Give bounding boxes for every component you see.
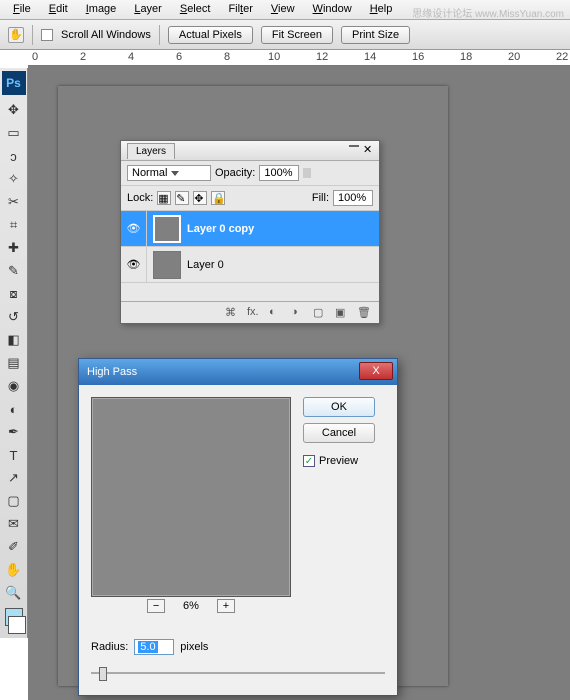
menu-help[interactable]: Help: [361, 0, 402, 19]
fill-label: Fill:: [312, 192, 329, 204]
radius-slider[interactable]: [91, 665, 385, 681]
lock-transparent-icon[interactable]: ▦: [157, 191, 171, 205]
zoom-tool-icon[interactable]: 🔍: [3, 582, 25, 604]
visibility-icon[interactable]: 👁: [121, 247, 147, 283]
menu-view[interactable]: View: [262, 0, 304, 19]
path-tool-icon[interactable]: ↗: [3, 467, 25, 489]
blur-tool-icon[interactable]: ◉: [3, 375, 25, 397]
menu-edit[interactable]: Edit: [40, 0, 77, 19]
menu-select[interactable]: Select: [171, 0, 220, 19]
preview-checkbox[interactable]: ✓: [303, 455, 315, 467]
menu-layer[interactable]: Layer: [125, 0, 171, 19]
watermark: 思缘设计论坛 www.MissYuan.com: [412, 5, 564, 20]
lock-label: Lock:: [127, 192, 153, 204]
dialog-title: High Pass: [87, 366, 137, 378]
zoom-out-button[interactable]: −: [147, 599, 165, 613]
trash-icon[interactable]: 🗑: [357, 306, 371, 320]
opacity-input[interactable]: 100%: [259, 165, 299, 181]
scroll-all-checkbox[interactable]: [41, 29, 53, 41]
actual-pixels-button[interactable]: Actual Pixels: [168, 26, 253, 44]
menu-filter[interactable]: Filter: [219, 0, 261, 19]
ruler-horizontal: 0246810121416182022: [28, 50, 570, 66]
menu-file[interactable]: FFileile: [4, 0, 40, 19]
zoom-percent: 6%: [183, 600, 199, 612]
eyedropper-tool-icon[interactable]: ✐: [3, 536, 25, 558]
mask-icon[interactable]: ◐: [269, 306, 283, 320]
layer-name[interactable]: Layer 0: [187, 259, 224, 271]
preview-label: Preview: [319, 455, 358, 467]
link-icon[interactable]: ⌘: [225, 306, 239, 320]
adjustment-icon[interactable]: ◑: [291, 306, 305, 320]
visibility-icon[interactable]: 👁: [121, 211, 147, 247]
crop-tool-icon[interactable]: ✂: [3, 191, 25, 213]
cancel-button[interactable]: Cancel: [303, 423, 375, 443]
lock-move-icon[interactable]: ✥: [193, 191, 207, 205]
fill-input[interactable]: 100%: [333, 190, 373, 206]
layer-row[interactable]: 👁 Layer 0 copy: [121, 211, 379, 247]
dodge-tool-icon[interactable]: ◐: [3, 398, 25, 420]
layer-thumbnail[interactable]: [153, 215, 181, 243]
minimize-icon[interactable]: [349, 145, 359, 147]
print-size-button[interactable]: Print Size: [341, 26, 410, 44]
layers-tab[interactable]: Layers: [127, 143, 175, 159]
type-tool-icon[interactable]: T: [3, 444, 25, 466]
layer-row[interactable]: 👁 Layer 0: [121, 247, 379, 283]
toolbox: Ps ✥ ▭ ↄ ✧ ✂ ⌗ ✚ ✎ ⧇ ↺ ◧ ▤ ◉ ◐ ✒ T ↗ ▢ ✉…: [0, 68, 28, 638]
ok-button[interactable]: OK: [303, 397, 375, 417]
heal-tool-icon[interactable]: ✚: [3, 237, 25, 259]
blend-mode-select[interactable]: Normal: [127, 165, 211, 181]
marquee-tool-icon[interactable]: ▭: [3, 122, 25, 144]
menu-window[interactable]: Window: [304, 0, 361, 19]
background-color[interactable]: [8, 616, 26, 634]
preview-image[interactable]: [91, 397, 291, 597]
layer-name[interactable]: Layer 0 copy: [187, 223, 254, 235]
close-button[interactable]: X: [359, 362, 393, 380]
eraser-tool-icon[interactable]: ◧: [3, 329, 25, 351]
new-layer-icon[interactable]: ▣: [335, 306, 349, 320]
radius-unit: pixels: [180, 641, 208, 653]
dialog-titlebar[interactable]: High Pass X: [79, 359, 397, 385]
slider-thumb[interactable]: [99, 667, 107, 681]
radius-input[interactable]: 5.0: [134, 639, 174, 655]
options-bar: ✋ Scroll All Windows Actual Pixels Fit S…: [0, 20, 570, 50]
history-brush-icon[interactable]: ↺: [3, 306, 25, 328]
layer-thumbnail[interactable]: [153, 251, 181, 279]
radius-label: Radius:: [91, 641, 128, 653]
lock-all-icon[interactable]: 🔒: [211, 191, 225, 205]
wand-tool-icon[interactable]: ✧: [3, 168, 25, 190]
ps-logo-icon: Ps: [2, 71, 26, 95]
slice-tool-icon[interactable]: ⌗: [3, 214, 25, 236]
brush-tool-icon[interactable]: ✎: [3, 260, 25, 282]
opacity-label: Opacity:: [215, 167, 255, 179]
close-icon[interactable]: ✕: [363, 143, 375, 155]
hand-tool-icon[interactable]: ✋: [3, 559, 25, 581]
opacity-arrow-icon[interactable]: [303, 168, 311, 178]
folder-icon[interactable]: ▢: [313, 306, 327, 320]
scroll-all-label: Scroll All Windows: [61, 29, 151, 41]
lock-brush-icon[interactable]: ✎: [175, 191, 189, 205]
zoom-in-button[interactable]: +: [217, 599, 235, 613]
layers-footer: ⌘ fx. ◐ ◑ ▢ ▣ 🗑: [121, 301, 379, 323]
lasso-tool-icon[interactable]: ↄ: [3, 145, 25, 167]
layers-panel: Layers ✕ Normal Opacity: 100% Lock: ▦ ✎ …: [120, 140, 380, 324]
move-tool-icon[interactable]: ✥: [3, 99, 25, 121]
fx-icon[interactable]: fx.: [247, 306, 261, 320]
gradient-tool-icon[interactable]: ▤: [3, 352, 25, 374]
pen-tool-icon[interactable]: ✒: [3, 421, 25, 443]
hand-tool-icon[interactable]: ✋: [8, 27, 24, 43]
menu-image[interactable]: Image: [77, 0, 126, 19]
shape-tool-icon[interactable]: ▢: [3, 490, 25, 512]
notes-tool-icon[interactable]: ✉: [3, 513, 25, 535]
high-pass-dialog: High Pass X − 6% + OK Cancel ✓ Preview R…: [78, 358, 398, 696]
chevron-down-icon: [171, 171, 179, 176]
stamp-tool-icon[interactable]: ⧇: [3, 283, 25, 305]
fit-screen-button[interactable]: Fit Screen: [261, 26, 333, 44]
